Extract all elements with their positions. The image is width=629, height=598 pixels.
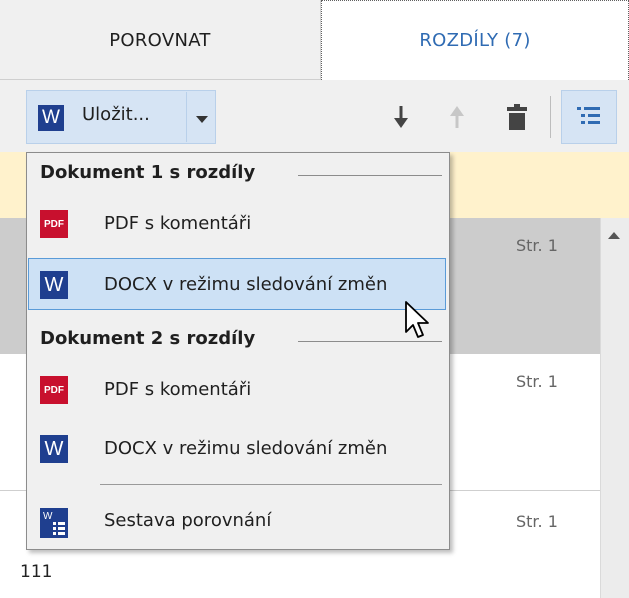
trash-icon[interactable] — [502, 100, 532, 134]
menu-item-label: PDF s komentáři — [104, 213, 252, 234]
page-reference: Str. 1 — [516, 512, 558, 531]
mouse-cursor-icon — [405, 301, 429, 338]
tab-bar: POROVNAT ROZDÍLY (7) — [0, 0, 629, 80]
header-divider — [298, 175, 442, 176]
menu-item-label: DOCX v režimu sledování změn — [104, 274, 388, 295]
menu-separator — [100, 484, 442, 485]
doc1-section-header: Dokument 1 s rozdíly — [40, 162, 256, 183]
chevron-down-icon[interactable] — [196, 116, 208, 123]
page-reference: Str. 1 — [516, 236, 558, 255]
list-view-button[interactable] — [561, 90, 617, 144]
svg-text:W: W — [43, 511, 53, 522]
report-icon: W — [40, 508, 68, 538]
word-icon: W — [40, 271, 68, 299]
scroll-up-icon[interactable] — [608, 232, 620, 239]
tab-differences[interactable]: ROZDÍLY (7) — [321, 0, 629, 80]
arrow-down-icon[interactable] — [386, 100, 416, 134]
doc2-section-header: Dokument 2 s rozdíly — [40, 328, 256, 349]
toolbar-separator — [550, 96, 551, 138]
page-reference: Str. 1 — [516, 372, 558, 391]
scrollbar[interactable] — [600, 218, 629, 598]
list-item-text: 111 — [20, 562, 53, 582]
split-button-divider — [186, 92, 187, 142]
arrow-up-icon[interactable] — [442, 100, 472, 134]
pdf-icon: PDF — [40, 210, 68, 238]
list-view-icon — [577, 107, 600, 124]
word-icon: W — [38, 105, 64, 131]
save-button-label: Uložit... — [82, 104, 150, 125]
tab-compare[interactable]: POROVNAT — [0, 0, 321, 80]
pdf-icon: PDF — [40, 376, 68, 404]
word-icon: W — [40, 435, 68, 463]
menu-item-label: Sestava porovnání — [104, 510, 272, 531]
menu-item-label: DOCX v režimu sledování změn — [104, 438, 388, 459]
menu-item-label: PDF s komentáři — [104, 379, 252, 400]
